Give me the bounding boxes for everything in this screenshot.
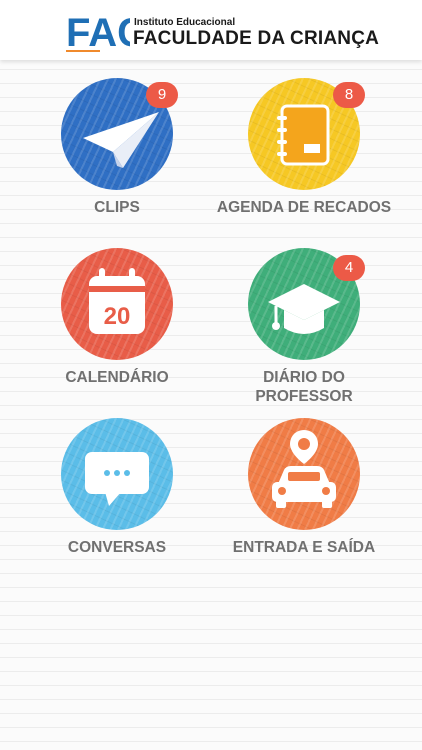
menu-item-entrada[interactable]: ENTRADA E SAÍDA	[214, 418, 394, 563]
calendario-label: CALENDÁRIO	[65, 369, 169, 386]
diario-label-line2: PROFESSOR	[255, 388, 353, 405]
menu-item-diario[interactable]: 4 DIÁRIO DO PROFESSOR	[214, 248, 394, 408]
conversas-label: CONVERSAS	[67, 539, 167, 556]
entrada-circle	[248, 418, 360, 530]
conversas-circle	[61, 418, 173, 530]
clips-badge: 9	[146, 82, 178, 108]
calendario-circle: 20	[61, 248, 173, 360]
calendar-day-text: 20	[104, 303, 131, 330]
agenda-badge: 8	[333, 82, 365, 108]
app-header: FAC Instituto Educacional FACULDADE DA C…	[0, 0, 422, 60]
fac-logo: FAC	[66, 11, 130, 52]
entrada-label: ENTRADA E SAÍDA	[232, 539, 376, 556]
agenda-label: AGENDA DE RECADOS	[216, 199, 392, 216]
logo-title: FACULDADE DA CRIANÇA	[133, 28, 380, 49]
calendar-icon: 20	[89, 268, 145, 334]
chat-bubble-icon	[85, 452, 149, 506]
diario-badge: 4	[333, 255, 365, 281]
menu-item-conversas[interactable]: CONVERSAS	[27, 418, 207, 563]
menu-item-agenda[interactable]: 8 AGENDA DE RECADOS	[214, 78, 394, 223]
menu-item-clips[interactable]: 9 CLIPS	[27, 78, 207, 223]
car-location-icon	[272, 430, 336, 508]
menu-item-calendario[interactable]: 20 CALENDÁRIO	[27, 248, 207, 393]
logo-letters: FAC	[66, 11, 130, 52]
diario-label-line1: DIÁRIO DO	[263, 369, 345, 386]
logo-subtitle: Instituto Educacional	[134, 17, 236, 28]
clips-label: CLIPS	[94, 199, 140, 216]
